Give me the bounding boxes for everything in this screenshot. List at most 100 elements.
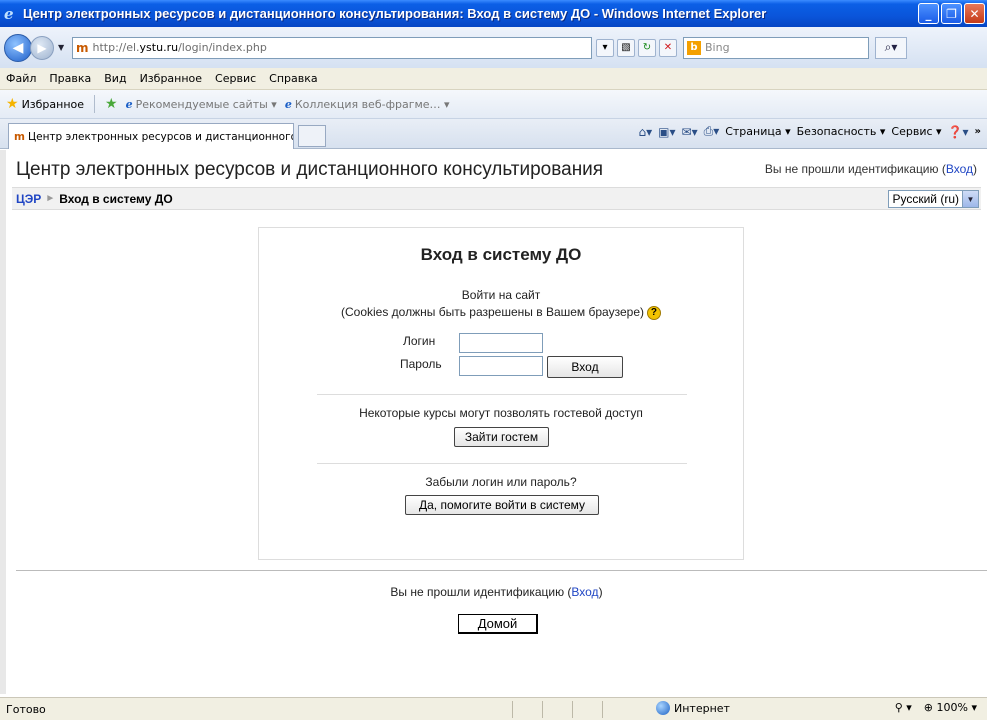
ie-page-icon: e <box>125 97 133 111</box>
zoom-level: 100% <box>936 701 968 714</box>
footer-status-text: Вы не прошли идентификацию ( <box>390 585 572 599</box>
address-toolbar: ◀ ▶ ▼ m http://el. ystu.ru/login/index.ph… <box>0 27 987 68</box>
footer-login-status: Вы не прошли идентификацию (Вход) <box>6 585 987 599</box>
address-dropdown-icon[interactable]: ▾ <box>596 38 614 57</box>
help-icon[interactable]: ❓▾ <box>948 125 969 139</box>
window-title: Центр электронных ресурсов и дистанционн… <box>23 6 767 21</box>
bing-icon: b <box>687 40 701 55</box>
protected-mode-icon[interactable]: ⚲ ▾ <box>895 701 912 714</box>
status-cell <box>512 700 542 718</box>
tools-menu-label: Сервис <box>891 125 933 138</box>
site-favicon-icon: m <box>76 40 89 55</box>
web-slice-gallery-label: Коллекция веб-фрагме… ▾ <box>294 97 450 111</box>
url-host: ystu.ru <box>139 41 179 54</box>
back-arrow-icon: ◀ <box>12 39 24 56</box>
breadcrumb-current: Вход в систему ДО <box>59 191 173 206</box>
compatibility-view-icon[interactable]: ▧ <box>617 38 635 57</box>
divider <box>317 463 687 464</box>
window-titlebar: e Центр электронных ресурсов и дистанцио… <box>0 0 987 27</box>
search-input[interactable]: b Bing <box>683 36 869 59</box>
menu-edit[interactable]: Правка <box>49 72 91 85</box>
menu-bar: Файл Правка Вид Избранное Сервис Справка <box>0 68 987 90</box>
safety-menu-label: Безопасность <box>796 125 877 138</box>
login-heading: Вход в систему ДО <box>420 245 582 264</box>
status-cell <box>602 700 632 718</box>
home-button[interactable]: Домой <box>458 614 538 634</box>
maximize-button[interactable]: ❐ <box>941 3 962 24</box>
tools-menu[interactable]: Сервис ▾ <box>891 125 941 138</box>
login-box: Вход в систему ДО Войти на сайт (Cookies… <box>258 227 744 560</box>
forward-arrow-icon: ▶ <box>37 40 47 55</box>
zoom-control[interactable]: ⊕ 100% ▾ <box>924 701 977 714</box>
ie-page-icon: e <box>284 97 292 111</box>
stop-icon[interactable]: ✕ <box>659 38 677 57</box>
username-label: Логин <box>403 334 436 348</box>
back-button[interactable]: ◀ <box>4 33 32 62</box>
suggested-sites-link[interactable]: e Рекомендуемые сайты ▾ <box>126 98 277 111</box>
header-login-link[interactable]: Вход <box>946 162 973 176</box>
print-icon[interactable]: ⎙▾ <box>704 124 720 139</box>
username-input[interactable] <box>459 333 543 353</box>
close-button[interactable]: ✕ <box>964 3 985 24</box>
url-path: /login/index.php <box>178 41 267 54</box>
login-status-close: ) <box>973 162 977 176</box>
suggested-sites-label: Рекомендуемые сайты ▾ <box>135 97 277 111</box>
site-title: Центр электронных ресурсов и дистанционн… <box>16 159 604 180</box>
footer-login-link[interactable]: Вход <box>571 585 598 599</box>
history-dropdown-icon[interactable]: ▼ <box>58 43 68 52</box>
web-slice-gallery-link[interactable]: e Коллекция веб-фрагме… ▾ <box>285 98 450 111</box>
breadcrumb: ЦЭР ► Вход в систему ДО Русский (ru) ▼ <box>12 187 981 210</box>
tab-title: Центр электронных ресурсов и дистанционн… <box>27 130 294 143</box>
menu-view[interactable]: Вид <box>104 72 126 85</box>
menu-tools[interactable]: Сервис <box>215 72 256 85</box>
password-label: Пароль <box>400 357 442 371</box>
status-text: Готово <box>6 702 46 716</box>
forward-button[interactable]: ▶ <box>30 35 54 60</box>
search-button[interactable]: ⌕▾ <box>875 36 907 59</box>
more-chevron-icon[interactable]: » <box>975 126 981 137</box>
refresh-icon[interactable]: ↻ <box>638 38 656 57</box>
status-cell <box>572 700 602 718</box>
footer-status-close: ) <box>598 585 603 599</box>
language-value: Русский (ru) <box>892 192 959 206</box>
forgot-password-button[interactable]: Да, помогите войти в систему <box>405 495 599 515</box>
page-menu-label: Страница <box>725 125 782 138</box>
help-icon[interactable]: ? <box>646 305 661 320</box>
menu-file[interactable]: Файл <box>6 72 36 85</box>
favorites-label: Избранное <box>21 97 85 111</box>
guest-login-button[interactable]: Зайти гостем <box>454 427 549 447</box>
window-controls: _ ❐ ✕ <box>918 3 985 24</box>
login-button[interactable]: Вход <box>547 356 623 378</box>
add-favorite-icon[interactable]: ★ <box>105 96 118 112</box>
menu-favorites[interactable]: Избранное <box>140 72 202 85</box>
url-prefix: http://el. <box>92 41 140 54</box>
breadcrumb-home[interactable]: ЦЭР <box>16 192 41 206</box>
minimize-button[interactable]: _ <box>918 3 939 24</box>
security-zone[interactable]: Интернет <box>656 701 730 715</box>
address-tools: ▾ ▧ ↻ ✕ <box>596 38 677 57</box>
search-placeholder: Bing <box>705 41 730 54</box>
favorites-button[interactable]: ★ Избранное <box>6 96 84 112</box>
tab-current[interactable]: m Центр электронных ресурсов и дистанцио… <box>8 123 294 149</box>
site-favicon-icon: m <box>14 130 25 143</box>
status-right: ⚲ ▾ ⊕ 100% ▾ <box>895 701 977 714</box>
breadcrumb-separator-icon: ► <box>45 193 56 204</box>
mail-icon[interactable]: ✉▾ <box>682 125 698 139</box>
address-bar[interactable]: m http://el. ystu.ru/login/index.php <box>72 36 592 59</box>
language-select[interactable]: Русский (ru) ▼ <box>888 190 979 208</box>
safety-menu[interactable]: Безопасность ▾ <box>797 125 886 138</box>
login-status-text: Вы не прошли идентификацию ( <box>764 162 946 176</box>
menu-help[interactable]: Справка <box>269 72 317 85</box>
globe-icon <box>656 701 670 715</box>
feeds-icon[interactable]: ▣▾ <box>658 125 675 139</box>
chevron-down-icon: ▼ <box>962 191 978 207</box>
status-cell <box>542 700 572 718</box>
divider <box>317 394 687 395</box>
home-icon[interactable]: ⌂▾ <box>639 125 653 139</box>
password-input[interactable] <box>459 356 543 376</box>
ie-logo-icon: e <box>4 4 14 23</box>
forgot-text: Забыли логин или пароль? <box>425 475 577 489</box>
status-bar: Готово Интернет ⚲ ▾ ⊕ 100% ▾ <box>0 697 987 720</box>
new-tab-button[interactable] <box>298 125 326 147</box>
page-menu[interactable]: Страница ▾ <box>725 125 790 138</box>
